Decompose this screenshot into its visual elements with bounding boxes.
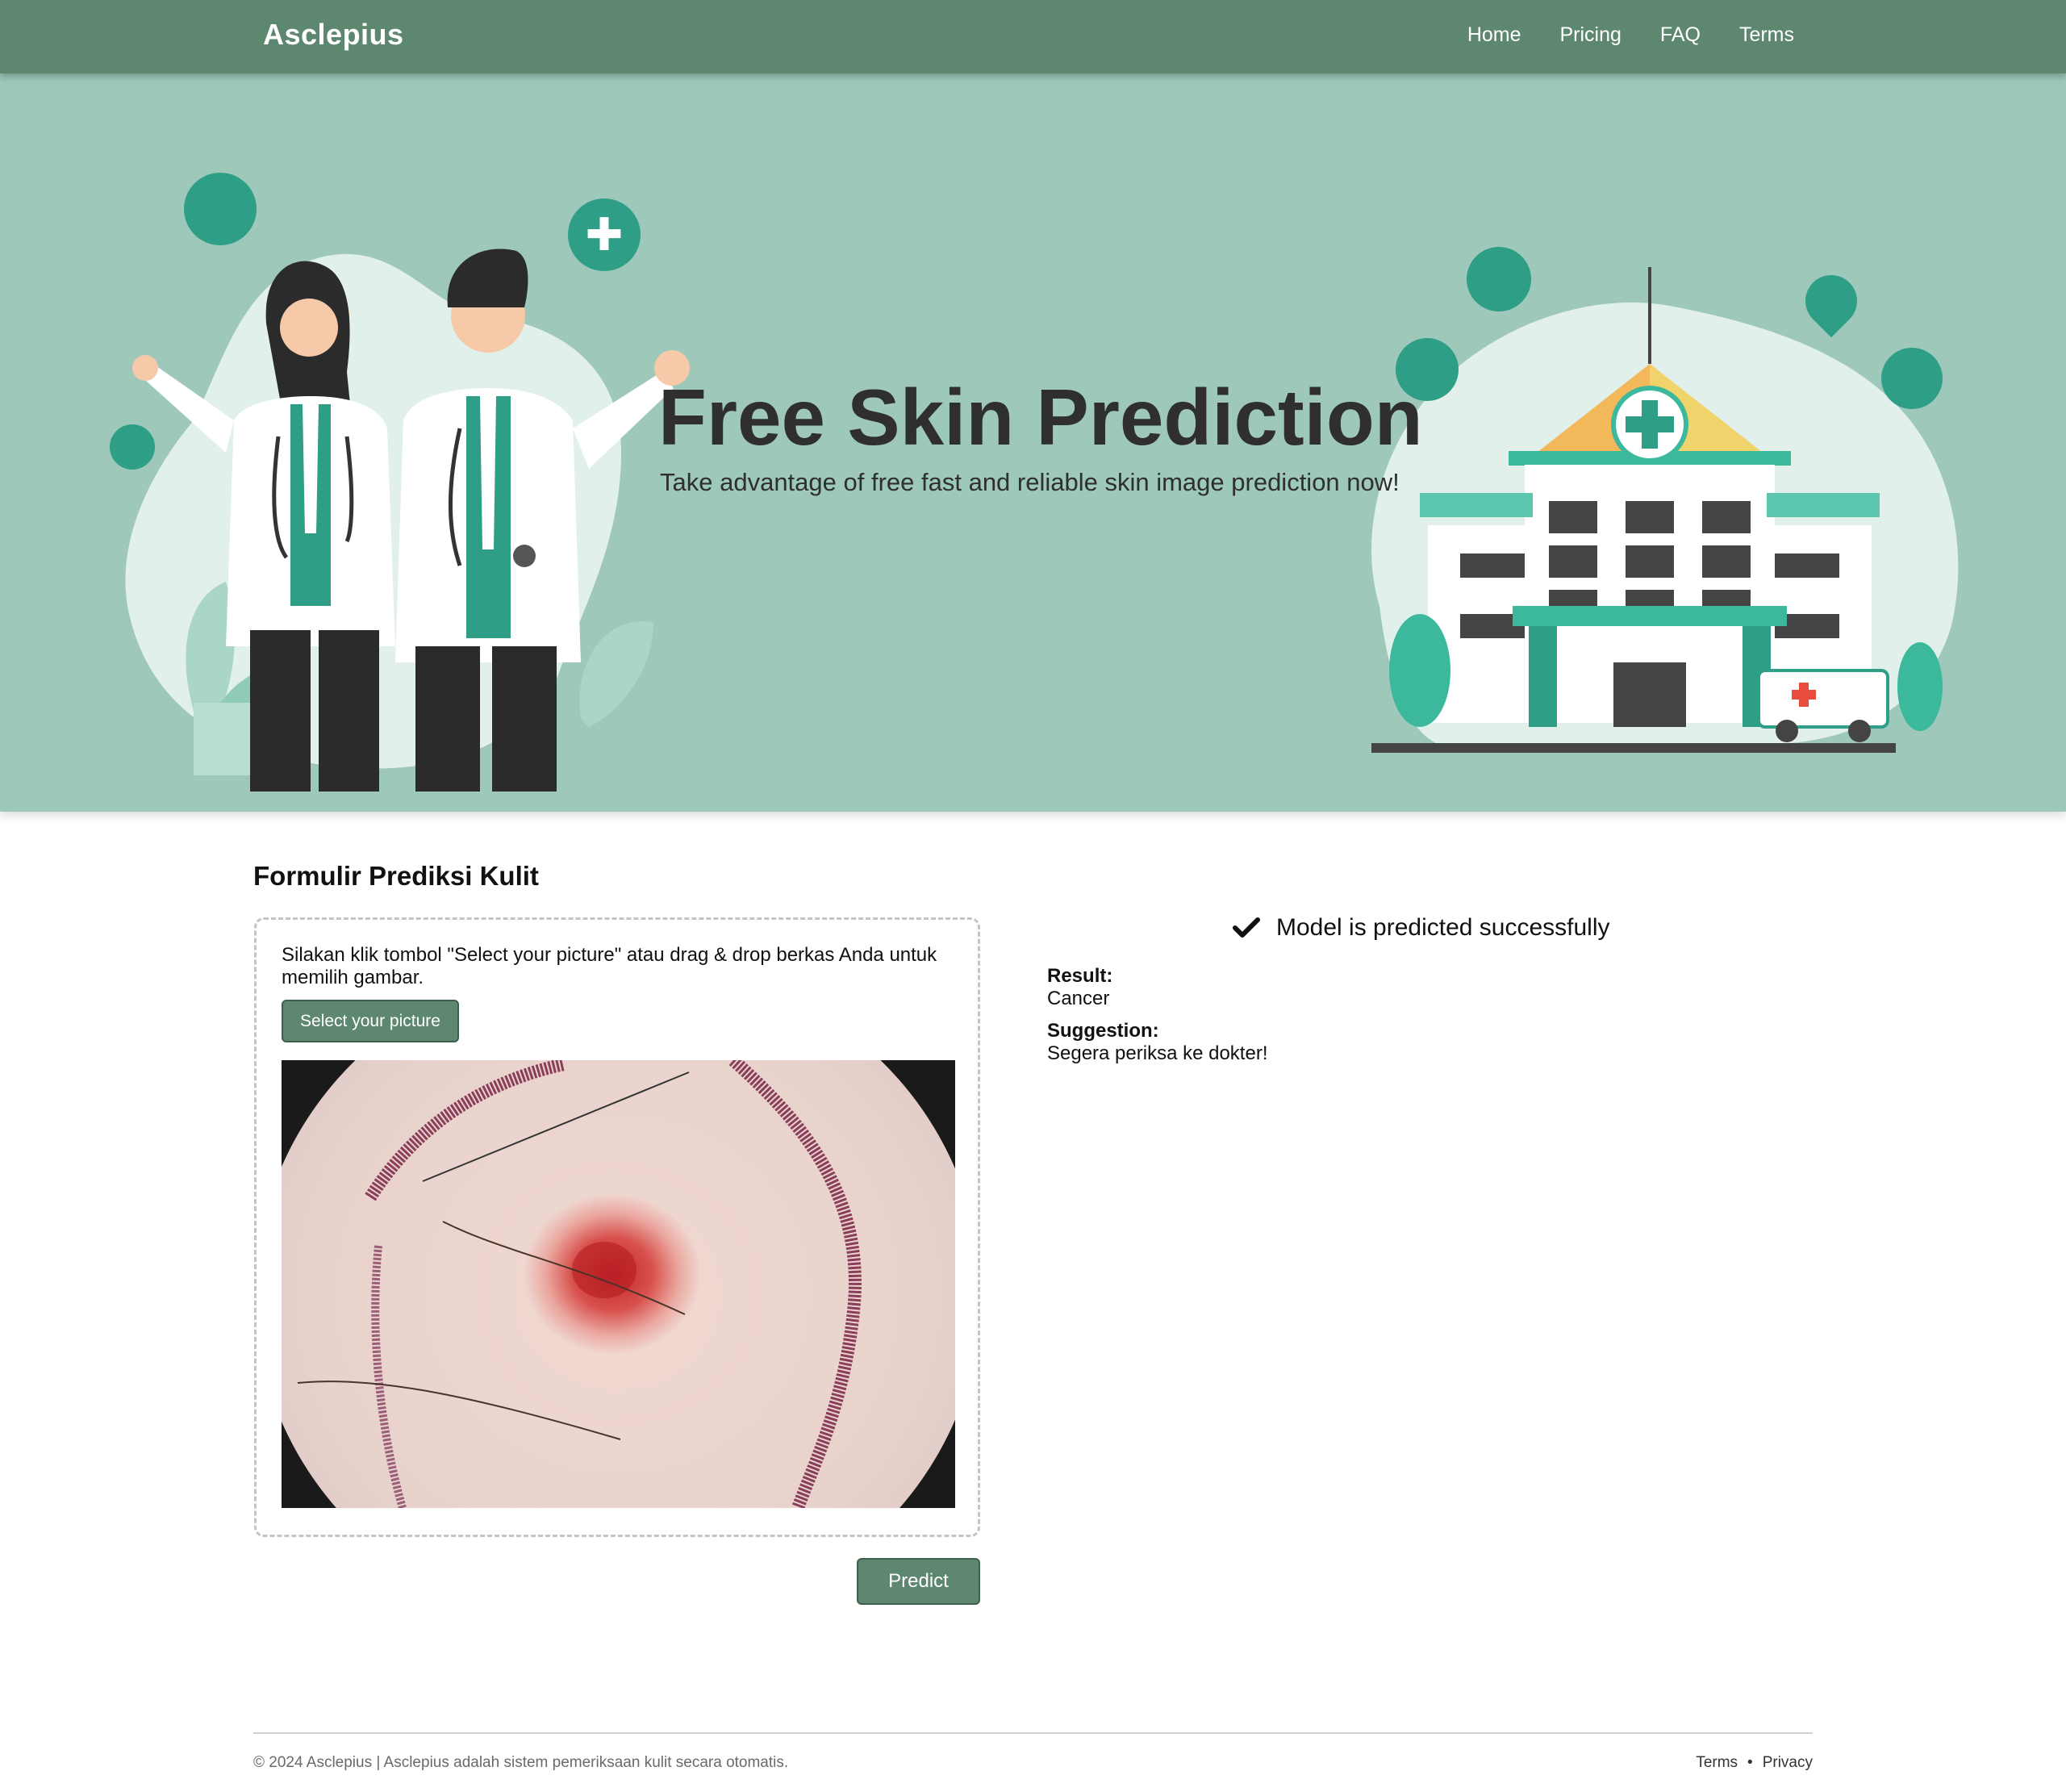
footer-privacy-link[interactable]: Privacy (1763, 1754, 1813, 1772)
hero-section: ✚ Free Skin Prediction Take advantage of… (0, 73, 2066, 812)
stethoscope-icon (1467, 247, 1531, 311)
suggestion-label: Suggestion: (1047, 1020, 1159, 1042)
upload-dropzone[interactable]: Silakan klik tombol "Select your picture… (254, 917, 980, 1537)
upload-instructions: Silakan klik tombol "Select your picture… (282, 944, 937, 988)
nav-pricing-link[interactable]: Pricing (1560, 23, 1621, 47)
top-navbar: Asclepius Home Pricing FAQ Terms (0, 0, 2066, 73)
thermometer-icon (184, 173, 257, 245)
checkmark-icon (1233, 917, 1260, 938)
footer-copyright: © 2024 Asclepius | Asclepius adalah sist… (253, 1754, 789, 1771)
image-preview (282, 1060, 955, 1508)
pill-icon (110, 424, 155, 470)
nav-home-link[interactable]: Home (1467, 23, 1521, 47)
success-message: Model is predicted successfully (1233, 914, 1610, 942)
nav-terms-link[interactable]: Terms (1739, 23, 1794, 47)
footer-terms-link[interactable]: Terms (1696, 1754, 1738, 1772)
footer-divider (253, 1732, 1813, 1734)
suggestion-value: Segera periksa ke dokter! (1047, 1042, 1268, 1064)
result-label: Result: (1047, 965, 1113, 987)
select-picture-button[interactable]: Select your picture (282, 1000, 459, 1042)
nav-faq-link[interactable]: FAQ (1660, 23, 1701, 47)
hospital-illustration (1371, 267, 1959, 753)
form-title: Formulir Prediksi Kulit (253, 861, 539, 891)
nav-links: Home Pricing FAQ Terms (1467, 23, 1794, 47)
hero-title: Free Skin Prediction (658, 373, 1423, 462)
hero-subtitle: Take advantage of free fast and reliable… (660, 468, 1400, 496)
syringe-icon (1881, 348, 1943, 409)
skin-lesion-image (282, 1060, 955, 1508)
success-text: Model is predicted successfully (1276, 914, 1610, 941)
result-value: Cancer (1047, 988, 1110, 1009)
predict-button[interactable]: Predict (857, 1558, 980, 1605)
plus-icon: ✚ (568, 198, 641, 271)
footer-links: Terms • Privacy (1696, 1754, 1813, 1772)
footer-separator: • (1747, 1754, 1753, 1771)
brand-logo[interactable]: Asclepius (263, 18, 404, 52)
prediction-result: Result: Cancer Suggestion: Segera periks… (1047, 965, 1267, 1065)
